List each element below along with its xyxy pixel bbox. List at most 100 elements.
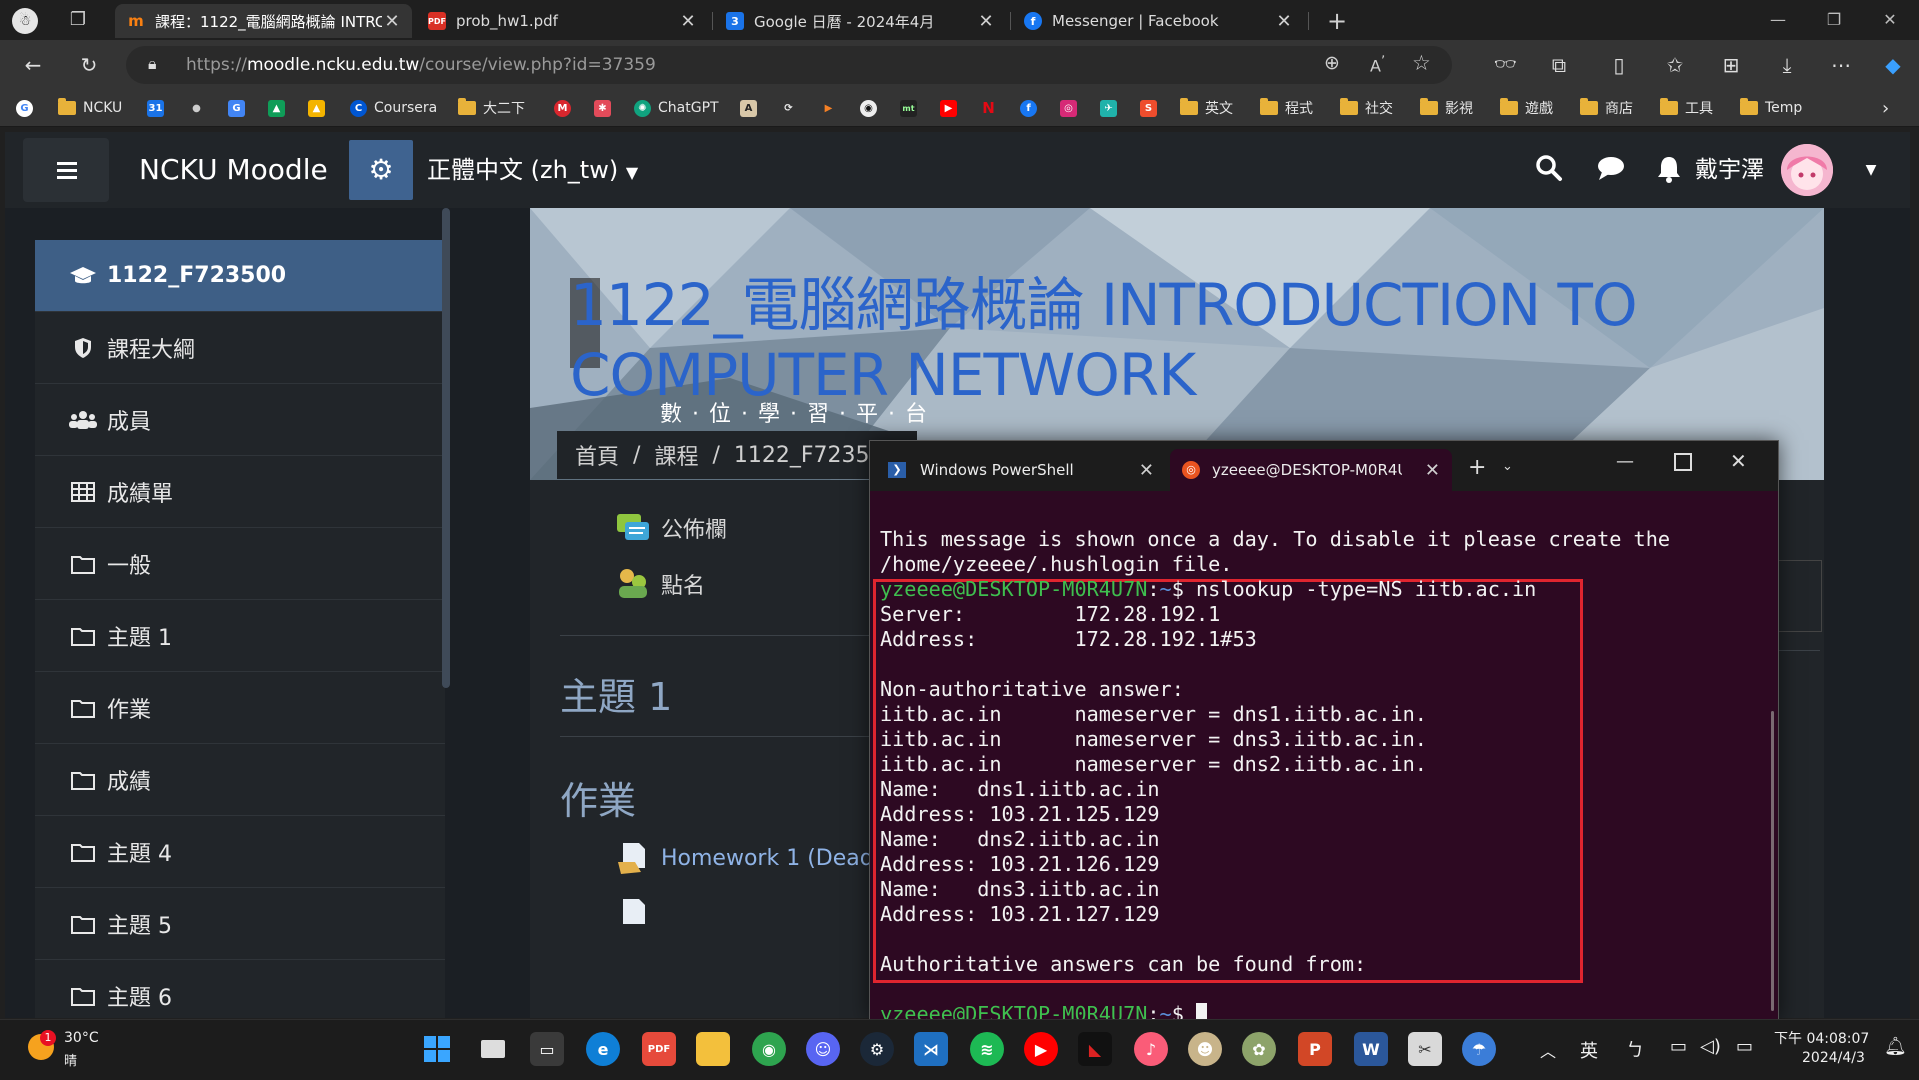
sidebar-item-topic6[interactable]: 主題 6: [35, 960, 445, 1018]
bookmark-shopee[interactable]: S: [1140, 96, 1164, 120]
more-menu-icon[interactable]: ⋯: [1826, 50, 1856, 80]
breadcrumb-home[interactable]: 首頁: [575, 439, 619, 471]
spotify-icon[interactable]: ≋: [970, 1032, 1004, 1066]
back-icon[interactable]: ←: [18, 50, 48, 80]
ime-mode-icon[interactable]: ㄅ: [1626, 1036, 1644, 1062]
bookmark-folder-tools[interactable]: 工具: [1660, 96, 1713, 120]
sidebar-item-general[interactable]: 一般: [35, 528, 445, 600]
sidebar-item-grades-report[interactable]: 成績單: [35, 456, 445, 528]
extension-glasses-icon[interactable]: 👓︎: [1490, 50, 1520, 80]
zoom-icon[interactable]: ⊕: [1324, 52, 1340, 74]
bookmark-folder-code[interactable]: 程式: [1260, 96, 1313, 120]
bookmark-translate[interactable]: G: [228, 96, 252, 120]
close-terminal-tab-icon[interactable]: ✕: [1139, 460, 1154, 481]
settings-gears-button[interactable]: ⚙: [349, 140, 413, 200]
section-heading-topic1[interactable]: 主題 1: [560, 666, 672, 721]
terminal-tab-powershell[interactable]: ❯ Windows PowerShell ✕: [876, 449, 1166, 491]
terminal-maximize-button[interactable]: [1674, 453, 1692, 471]
extensions-icon[interactable]: ⧉: [1544, 50, 1574, 80]
vscode-icon[interactable]: ⋊: [914, 1032, 948, 1066]
browser-tab-pdf[interactable]: PDF prob_hw1.pdf ✕: [416, 4, 708, 38]
pdf-reader-icon[interactable]: PDF: [642, 1032, 676, 1066]
discord-icon[interactable]: ☺: [806, 1032, 840, 1066]
itunes-icon[interactable]: ♪: [1134, 1032, 1168, 1066]
sidebar-item-grades[interactable]: 成績: [35, 744, 445, 816]
task-view-icon[interactable]: [476, 1032, 510, 1066]
bookmark-chatgpt[interactable]: ✺ ChatGPT: [634, 96, 719, 120]
workspaces-icon[interactable]: ❐: [66, 8, 90, 32]
terminal-dropdown-chevron-icon[interactable]: ⌄: [1502, 459, 1513, 474]
forum-activity[interactable]: 公佈欄: [615, 510, 727, 546]
bookmark-folder-english[interactable]: 英文: [1180, 96, 1233, 120]
tray-overflow-chevron-icon[interactable]: ︿: [1540, 1038, 1556, 1062]
attendance-activity[interactable]: 點名: [615, 566, 705, 602]
bookmark-folder-temp[interactable]: Temp: [1740, 96, 1802, 120]
lock-icon[interactable]: 🔒︎: [148, 54, 168, 76]
new-terminal-tab-button[interactable]: +: [1468, 455, 1486, 480]
bookmarks-overflow-chevron-icon[interactable]: ›: [1882, 96, 1889, 120]
clock-time[interactable]: 下午 04:08:07: [1774, 1028, 1869, 1048]
bookmark-calendar[interactable]: 31: [147, 96, 171, 120]
bookmark-instagram[interactable]: ◎: [1060, 96, 1084, 120]
favorites-icon[interactable]: ✩: [1660, 50, 1690, 80]
bookmark-app[interactable]: ✱: [594, 96, 618, 120]
chat-bubble-icon[interactable]: [1595, 154, 1627, 186]
app-icon[interactable]: ☂: [1462, 1032, 1496, 1066]
steam-icon[interactable]: ⚙: [860, 1032, 894, 1066]
start-icon[interactable]: [420, 1032, 454, 1066]
breadcrumb-course[interactable]: 1122_F7235: [734, 443, 870, 468]
bookmark-drive-2[interactable]: ▲: [308, 96, 332, 120]
terminal-scrollbar[interactable]: [1771, 711, 1774, 1011]
word-icon[interactable]: W: [1354, 1032, 1388, 1066]
sidebar-item-syllabus[interactable]: 課程大綱: [35, 312, 445, 384]
powerpoint-icon[interactable]: P: [1298, 1032, 1332, 1066]
user-menu-caret-icon[interactable]: ▼: [1855, 154, 1887, 186]
terminal-close-button[interactable]: ✕: [1730, 449, 1747, 473]
bookmark-anthropic[interactable]: A: [740, 96, 764, 120]
close-tab-icon[interactable]: ✕: [382, 11, 402, 32]
sidebar-item-topic1[interactable]: 主題 1: [35, 600, 445, 672]
close-tab-icon[interactable]: ✕: [678, 11, 698, 32]
bookmark-folder-sophomore[interactable]: 大二下: [458, 96, 525, 120]
file-explorer-icon[interactable]: [696, 1032, 730, 1066]
bookmark-folder-ncku[interactable]: NCKU: [58, 96, 122, 120]
notification-center-icon[interactable]: 🔔︎: [1884, 1036, 1907, 1057]
volume-icon[interactable]: ◁): [1700, 1036, 1721, 1057]
windows-terminal[interactable]: ❯ Windows PowerShell ✕ ◎ yzeeee@DESKTOP-…: [869, 440, 1779, 1020]
sidebar-scrollbar[interactable]: [442, 208, 450, 688]
language-menu[interactable]: 正體中文 (zh_tw) ▼: [427, 132, 638, 211]
sidebar-item-homework[interactable]: 作業: [35, 672, 445, 744]
window-close-button[interactable]: ✕: [1862, 0, 1918, 40]
youtube-music-icon[interactable]: ▶: [1024, 1032, 1058, 1066]
window-restore-button[interactable]: ❐: [1806, 0, 1862, 40]
breadcrumb-courses[interactable]: 課程: [654, 439, 698, 471]
homework1-activity[interactable]: Homework 1 (Deadli: [615, 840, 886, 876]
copilot-icon[interactable]: ◆: [1878, 50, 1908, 80]
attendance-link[interactable]: 點名: [661, 568, 705, 600]
sidebar-item-topic4[interactable]: 主題 4: [35, 816, 445, 888]
bookmark-folder-video[interactable]: 影視: [1420, 96, 1473, 120]
section-heading-homework[interactable]: 作業: [560, 770, 636, 825]
sidebar-item-course[interactable]: 1122_F723500: [35, 240, 445, 312]
downloads-icon[interactable]: ⤓: [1772, 50, 1802, 80]
search-icon[interactable]: [1533, 154, 1565, 186]
edge-icon[interactable]: e: [586, 1032, 620, 1066]
bookmark-folder-social[interactable]: 社交: [1340, 96, 1393, 120]
reload-icon[interactable]: ↻: [74, 50, 104, 80]
bookmark-app-5[interactable]: ✈: [1100, 96, 1124, 120]
snipping-tool-icon[interactable]: ✂: [1408, 1032, 1442, 1066]
bookmark-folder-games[interactable]: 遊戲: [1500, 96, 1553, 120]
bookmark-app-3[interactable]: ▶: [820, 96, 844, 120]
chrome-icon[interactable]: ◉: [752, 1032, 786, 1066]
bookmark-facebook[interactable]: f: [1020, 96, 1044, 120]
bookmark-github[interactable]: ◉: [860, 96, 884, 120]
game-app-icon[interactable]: ◣: [1078, 1032, 1112, 1066]
sidebar-item-participants[interactable]: 成員: [35, 384, 445, 456]
browser-tab-calendar[interactable]: 3 Google 日曆 - 2024年4月 ✕: [714, 4, 1006, 38]
close-tab-icon[interactable]: ✕: [1274, 11, 1294, 32]
notification-bell-icon[interactable]: [1653, 154, 1685, 186]
read-aloud-icon[interactable]: Aʼ: [1370, 54, 1385, 75]
app-icon[interactable]: ☻: [1188, 1032, 1222, 1066]
bookmark-coursera[interactable]: C Coursera: [350, 96, 437, 120]
bookmark-youtube[interactable]: ▶: [940, 96, 964, 120]
